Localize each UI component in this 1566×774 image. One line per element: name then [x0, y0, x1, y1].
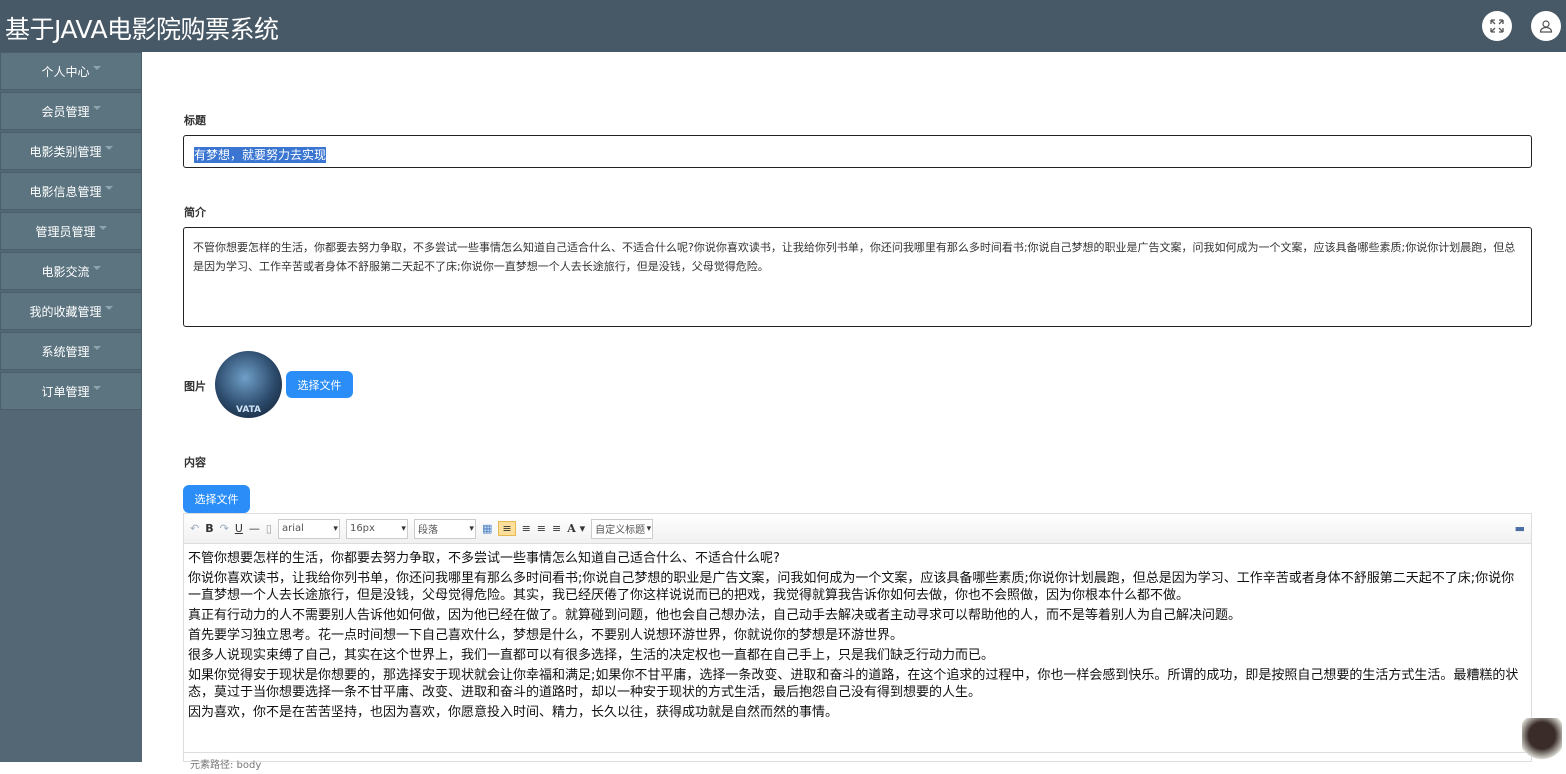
sidebar-item-movie-categories[interactable]: 电影类别管理 [0, 132, 142, 170]
caret-down-icon [92, 386, 101, 390]
sidebar-item-admins[interactable]: 管理员管理 [0, 212, 142, 250]
content-paragraph: 首先要学习独立思考。花一点时间想一下自己喜欢什么，梦想是什么，不要别人说想环游世… [188, 628, 904, 643]
underline-icon[interactable]: U [235, 522, 243, 535]
movie-poster-thumbnail: VATA [215, 351, 282, 418]
font-size-select[interactable]: 16px [345, 518, 408, 539]
rich-text-editor: ↶ B ↷ U — ▯ arial 16px 段落 ▦ ≡ ≡ ≡ ≡ A ▾ … [183, 513, 1532, 771]
sidebar: 个人中心 会员管理 电影类别管理 电影信息管理 管理员管理 电影交流 我的收藏管… [0, 52, 142, 762]
poster-caption: VATA [235, 405, 262, 415]
caret-down-icon [92, 106, 101, 110]
sidebar-item-personal-center[interactable]: 个人中心 [0, 52, 142, 90]
content-paragraph: 很多人说现实束缚了自己，其实在这个世界上，我们一直都可以有很多选择，生活的决定权… [188, 648, 995, 663]
intro-label: 简介 [184, 206, 206, 219]
element-path: 元素路径: body [184, 752, 1531, 774]
custom-title-value: 自定义标题 [595, 525, 646, 536]
sidebar-item-movie-info[interactable]: 电影信息管理 [0, 172, 142, 210]
align-center-icon[interactable]: ≡ [537, 522, 546, 535]
sidebar-item-system[interactable]: 系统管理 [0, 332, 142, 370]
content-paragraph: 真正有行动力的人不需要别人告诉他如何做，因为他已经在做了。就算碰到问题，他也会自… [188, 608, 1242, 623]
font-value: arial [281, 523, 304, 534]
bold-icon[interactable]: B [205, 522, 213, 535]
content-paragraph: 如果你觉得安于现状是你想要的，那选择安于现状就会让你幸福和满足;如果你不甘平庸，… [188, 668, 1519, 700]
sidebar-item-label: 我的收藏管理 [29, 304, 102, 319]
image-choose-file-button[interactable]: 选择文件 [286, 371, 353, 398]
caret-down-icon [92, 346, 101, 350]
intro-textarea[interactable]: 不管你想要怎样的生活，你都要去努力争取，不多尝试一些事情怎么知道自己适合什么、不… [183, 227, 1532, 327]
app-title: 基于JAVA电影院购票系统 [5, 15, 279, 44]
redo-icon[interactable]: ↷ [220, 522, 229, 535]
editor-toolbar: ↶ B ↷ U — ▯ arial 16px 段落 ▦ ≡ ≡ ≡ ≡ A ▾ … [184, 514, 1531, 544]
sidebar-item-label: 电影类别管理 [29, 144, 102, 159]
content-paragraph: 你说你喜欢读书，让我给你列书单，你还问我哪里有那么多时间看书;你说自己梦想的职业… [188, 571, 1515, 603]
sidebar-item-label: 系统管理 [41, 344, 90, 359]
expand-icon [1490, 19, 1504, 33]
undo-icon[interactable]: ↶ [190, 522, 199, 535]
font-family-select[interactable]: arial [277, 518, 340, 539]
horizontal-rule-icon[interactable]: — [249, 522, 260, 535]
align-left-icon[interactable]: ≡ [498, 521, 516, 536]
title-label: 标题 [184, 114, 206, 127]
align-right-icon[interactable]: ≡ [522, 522, 531, 535]
user-button[interactable] [1531, 11, 1561, 41]
sidebar-item-label: 订单管理 [41, 384, 90, 399]
title-value: 有梦想，就要努力去实现 [194, 147, 327, 163]
table-icon[interactable]: ▦ [482, 522, 492, 535]
top-header: 基于JAVA电影院购票系统 [0, 0, 1566, 52]
fullscreen-button[interactable] [1482, 11, 1512, 41]
paragraph-value: 段落 [417, 525, 438, 536]
align-justify-icon[interactable]: ≡ [552, 522, 561, 535]
content-label: 内容 [184, 456, 206, 469]
sidebar-item-label: 电影信息管理 [29, 184, 102, 199]
sidebar-item-favorites[interactable]: 我的收藏管理 [0, 292, 142, 330]
sidebar-item-orders[interactable]: 订单管理 [0, 372, 142, 410]
paragraph-select[interactable]: 段落 [413, 518, 476, 539]
image-label: 图片 [184, 380, 206, 393]
content-paragraph: 不管你想要怎样的生活，你都要去努力争取，不多尝试一些事情怎么知道自己适合什么、不… [188, 551, 780, 566]
page-icon[interactable]: ▯ [266, 522, 272, 535]
content-choose-file-button[interactable]: 选择文件 [183, 485, 250, 513]
caret-down-icon [98, 226, 107, 230]
caret-down-icon [104, 146, 113, 150]
sidebar-item-movie-forum[interactable]: 电影交流 [0, 252, 142, 290]
caret-down-icon [92, 266, 101, 270]
editor-content[interactable]: 不管你想要怎样的生活，你都要去努力争取，不多尝试一些事情怎么知道自己适合什么、不… [184, 544, 1531, 730]
caret-down-icon [104, 186, 113, 190]
sidebar-item-label: 个人中心 [41, 64, 90, 79]
size-value: 16px [349, 523, 375, 534]
mascot-image [1522, 718, 1562, 762]
caret-down-icon [104, 306, 113, 310]
sidebar-item-members[interactable]: 会员管理 [0, 92, 142, 130]
user-icon [1539, 20, 1553, 33]
sidebar-item-label: 电影交流 [41, 264, 90, 279]
title-input[interactable]: 有梦想，就要努力去实现 [183, 135, 1532, 168]
sidebar-item-label: 会员管理 [41, 104, 90, 119]
caret-down-icon [92, 66, 101, 70]
preview-icon[interactable]: ▬ [1515, 522, 1525, 535]
content-paragraph: 因为喜欢，你不是在苦苦坚持，也因为喜欢，你愿意投入时间、精力，长久以往，获得成功… [188, 705, 839, 720]
font-color-icon[interactable]: A ▾ [567, 522, 585, 535]
custom-title-select[interactable]: 自定义标题 [591, 518, 654, 539]
sidebar-item-label: 管理员管理 [35, 224, 96, 239]
